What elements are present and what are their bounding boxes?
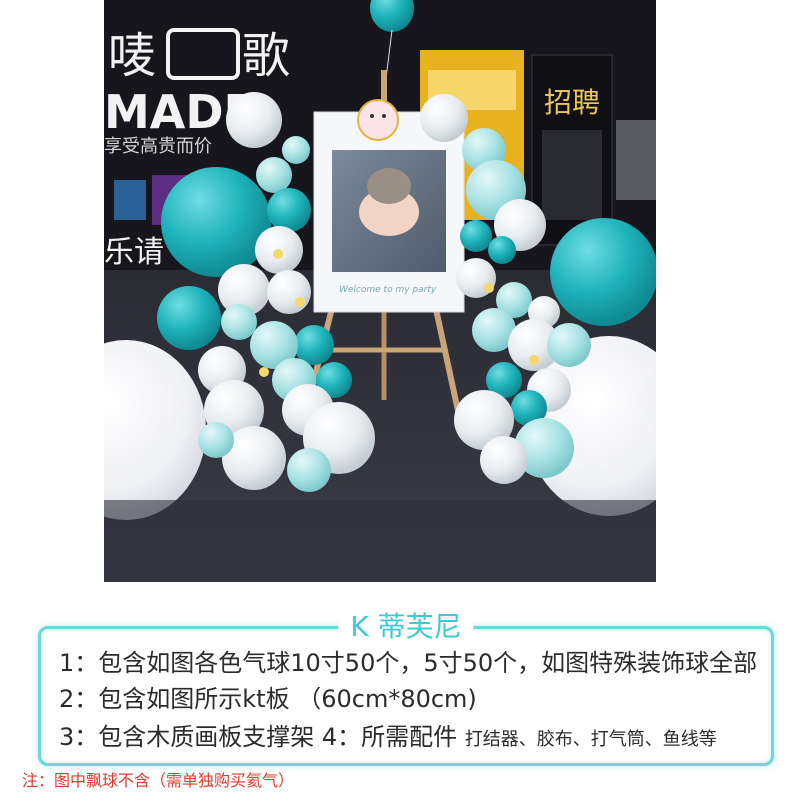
package-item-2: 2：包含如图所示kt板 （60cm*80cm) [59, 685, 477, 713]
package-item-3-detail: 打结器、胶布、打气筒、鱼线等 [464, 729, 717, 750]
package-info-box: K 蒂芙尼 1：包含如图各色气球10寸50个，5寸50个，如图特殊装饰球全部 2… [38, 607, 774, 766]
svg-text:招聘: 招聘 [544, 86, 600, 119]
package-item-3-main: 3：包含木质画板支撑架 4：所需配件 [59, 723, 458, 751]
svg-text:歌: 歌 [242, 28, 290, 84]
package-item-3: 3：包含木质画板支撑架 4：所需配件 打结器、胶布、打气筒、鱼线等 [59, 721, 717, 756]
svg-text:Welcome to my party: Welcome to my party [339, 285, 437, 295]
svg-text:唛: 唛 [108, 28, 156, 84]
footnote: 注：图中飘球不含（需单独购买氦气） [22, 771, 295, 790]
svg-text:享受高贵而价: 享受高贵而价 [104, 136, 212, 157]
package-item-1: 1：包含如图各色气球10寸50个，5寸50个，如图特殊装饰球全部 [59, 649, 758, 677]
balloon-scene-illustration: 唛 歌 MADE 享受高贵而价 乐请 招聘 Welcome to my part… [104, 0, 656, 582]
package-title: K 蒂芙尼 [338, 607, 474, 647]
product-photo: 唛 歌 MADE 享受高贵而价 乐请 招聘 Welcome to my part… [104, 0, 656, 582]
svg-text:乐请: 乐请 [104, 235, 164, 270]
